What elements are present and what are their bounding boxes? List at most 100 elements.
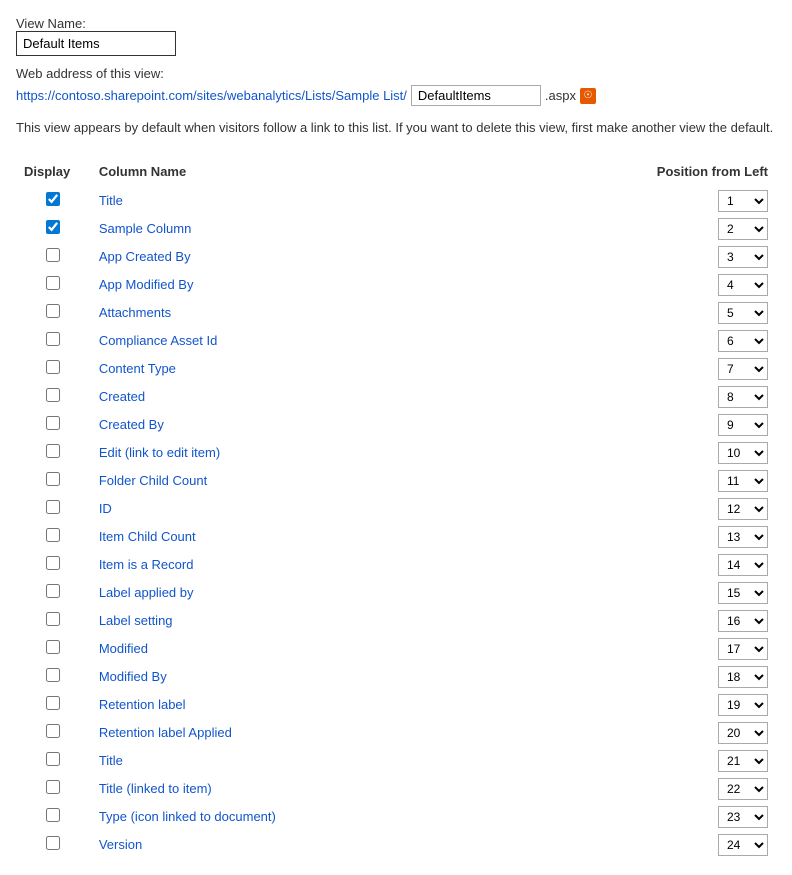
position-select[interactable]: 123456789101112131415161718192021222324 xyxy=(718,526,768,548)
column-name-link[interactable]: Label applied by xyxy=(99,585,194,600)
position-select[interactable]: 123456789101112131415161718192021222324 xyxy=(718,246,768,268)
position-select[interactable]: 123456789101112131415161718192021222324 xyxy=(718,806,768,828)
position-select[interactable]: 123456789101112131415161718192021222324 xyxy=(718,190,768,212)
position-select[interactable]: 123456789101112131415161718192021222324 xyxy=(718,582,768,604)
column-checkbox[interactable] xyxy=(46,668,60,682)
column-checkbox[interactable] xyxy=(46,500,60,514)
table-row: Sample Column 123456789101112131415161718… xyxy=(16,215,776,243)
column-checkbox[interactable] xyxy=(46,724,60,738)
column-name-link[interactable]: Version xyxy=(99,837,142,852)
column-checkbox[interactable] xyxy=(46,444,60,458)
column-checkbox[interactable] xyxy=(46,836,60,850)
table-row: Version 123456789101112131415161718192021… xyxy=(16,831,776,859)
position-select[interactable]: 123456789101112131415161718192021222324 xyxy=(718,554,768,576)
column-name-link[interactable]: Label setting xyxy=(99,613,173,628)
header-display: Display xyxy=(16,158,91,187)
column-name-link[interactable]: Retention label xyxy=(99,697,186,712)
column-checkbox[interactable] xyxy=(46,332,60,346)
column-name-link[interactable]: Folder Child Count xyxy=(99,473,207,488)
column-checkbox[interactable] xyxy=(46,528,60,542)
column-name-link[interactable]: Edit (link to edit item) xyxy=(99,445,220,460)
column-name-link[interactable]: Created By xyxy=(99,417,164,432)
position-select[interactable]: 123456789101112131415161718192021222324 xyxy=(718,218,768,240)
position-select[interactable]: 123456789101112131415161718192021222324 xyxy=(718,358,768,380)
column-name-link[interactable]: ID xyxy=(99,501,112,516)
column-checkbox[interactable] xyxy=(46,248,60,262)
column-checkbox[interactable] xyxy=(46,304,60,318)
column-name-link[interactable]: App Created By xyxy=(99,249,191,264)
table-row: Retention label 1234567891011121314151617… xyxy=(16,691,776,719)
position-select[interactable]: 123456789101112131415161718192021222324 xyxy=(718,330,768,352)
column-name-link[interactable]: Content Type xyxy=(99,361,176,376)
column-name-link[interactable]: Title xyxy=(99,753,123,768)
column-checkbox[interactable] xyxy=(46,192,60,206)
table-row: Folder Child Count 1234567891011121314151… xyxy=(16,467,776,495)
column-checkbox[interactable] xyxy=(46,696,60,710)
column-name-link[interactable]: Title (linked to item) xyxy=(99,781,212,796)
column-name-link[interactable]: Attachments xyxy=(99,305,171,320)
position-select[interactable]: 123456789101112131415161718192021222324 xyxy=(718,834,768,856)
column-name-link[interactable]: Sample Column xyxy=(99,221,192,236)
column-checkbox[interactable] xyxy=(46,360,60,374)
column-name-link[interactable]: Title xyxy=(99,193,123,208)
column-name-link[interactable]: Item is a Record xyxy=(99,557,194,572)
position-select[interactable]: 123456789101112131415161718192021222324 xyxy=(718,302,768,324)
column-checkbox[interactable] xyxy=(46,780,60,794)
column-checkbox[interactable] xyxy=(46,276,60,290)
column-name-link[interactable]: Compliance Asset Id xyxy=(99,333,218,348)
position-select[interactable]: 123456789101112131415161718192021222324 xyxy=(718,778,768,800)
table-row: Title (linked to item) 123456789101112131… xyxy=(16,775,776,803)
view-name-input[interactable] xyxy=(16,31,176,56)
position-select[interactable]: 123456789101112131415161718192021222324 xyxy=(718,470,768,492)
column-name-link[interactable]: Item Child Count xyxy=(99,529,196,544)
position-select[interactable]: 123456789101112131415161718192021222324 xyxy=(718,498,768,520)
table-row: Retention label Applied 12345678910111213… xyxy=(16,719,776,747)
table-row: Title 12345678910111213141516171819202122… xyxy=(16,747,776,775)
position-select[interactable]: 123456789101112131415161718192021222324 xyxy=(718,666,768,688)
column-checkbox[interactable] xyxy=(46,752,60,766)
column-checkbox[interactable] xyxy=(46,640,60,654)
position-select[interactable]: 123456789101112131415161718192021222324 xyxy=(718,442,768,464)
table-row: Label setting 123456789101112131415161718… xyxy=(16,607,776,635)
table-row: Edit (link to edit item) 1234567891011121… xyxy=(16,439,776,467)
column-checkbox[interactable] xyxy=(46,416,60,430)
column-checkbox[interactable] xyxy=(46,584,60,598)
table-row: App Modified By 1234567891011121314151617… xyxy=(16,271,776,299)
columns-table: Display Column Name Position from Left T… xyxy=(16,158,776,859)
position-select[interactable]: 123456789101112131415161718192021222324 xyxy=(718,722,768,744)
web-address-url: https://contoso.sharepoint.com/sites/web… xyxy=(16,88,407,103)
header-position: Position from Left xyxy=(632,158,776,187)
column-name-link[interactable]: App Modified By xyxy=(99,277,194,292)
position-select[interactable]: 123456789101112131415161718192021222324 xyxy=(718,694,768,716)
position-select[interactable]: 123456789101112131415161718192021222324 xyxy=(718,750,768,772)
header-column-name: Column Name xyxy=(91,158,632,187)
table-row: App Created By 12345678910111213141516171… xyxy=(16,243,776,271)
table-row: Item is a Record 123456789101112131415161… xyxy=(16,551,776,579)
column-checkbox[interactable] xyxy=(46,220,60,234)
table-row: Content Type 1234567891011121314151617181… xyxy=(16,355,776,383)
position-select[interactable]: 123456789101112131415161718192021222324 xyxy=(718,638,768,660)
position-select[interactable]: 123456789101112131415161718192021222324 xyxy=(718,386,768,408)
web-address-section: Web address of this view: https://contos… xyxy=(16,66,776,106)
table-row: Created 123456789101112131415161718192021… xyxy=(16,383,776,411)
position-select[interactable]: 123456789101112131415161718192021222324 xyxy=(718,274,768,296)
table-row: Item Child Count 123456789101112131415161… xyxy=(16,523,776,551)
table-row: Modified 12345678910111213141516171819202… xyxy=(16,635,776,663)
rss-icon[interactable]: ☉ xyxy=(580,88,596,104)
position-select[interactable]: 123456789101112131415161718192021222324 xyxy=(718,610,768,632)
column-name-link[interactable]: Modified By xyxy=(99,669,167,684)
table-row: Created By 123456789101112131415161718192… xyxy=(16,411,776,439)
web-address-input[interactable] xyxy=(411,85,541,106)
info-text: This view appears by default when visito… xyxy=(16,118,776,138)
table-row: Title 12345678910111213141516171819202122… xyxy=(16,187,776,215)
position-select[interactable]: 123456789101112131415161718192021222324 xyxy=(718,414,768,436)
column-checkbox[interactable] xyxy=(46,388,60,402)
column-name-link[interactable]: Retention label Applied xyxy=(99,725,232,740)
column-checkbox[interactable] xyxy=(46,472,60,486)
view-name-label: View Name: xyxy=(16,16,86,31)
column-name-link[interactable]: Created xyxy=(99,389,145,404)
column-checkbox[interactable] xyxy=(46,556,60,570)
column-name-link[interactable]: Type (icon linked to document) xyxy=(99,809,276,824)
column-checkbox[interactable] xyxy=(46,612,60,626)
column-name-link[interactable]: Modified xyxy=(99,641,148,656)
